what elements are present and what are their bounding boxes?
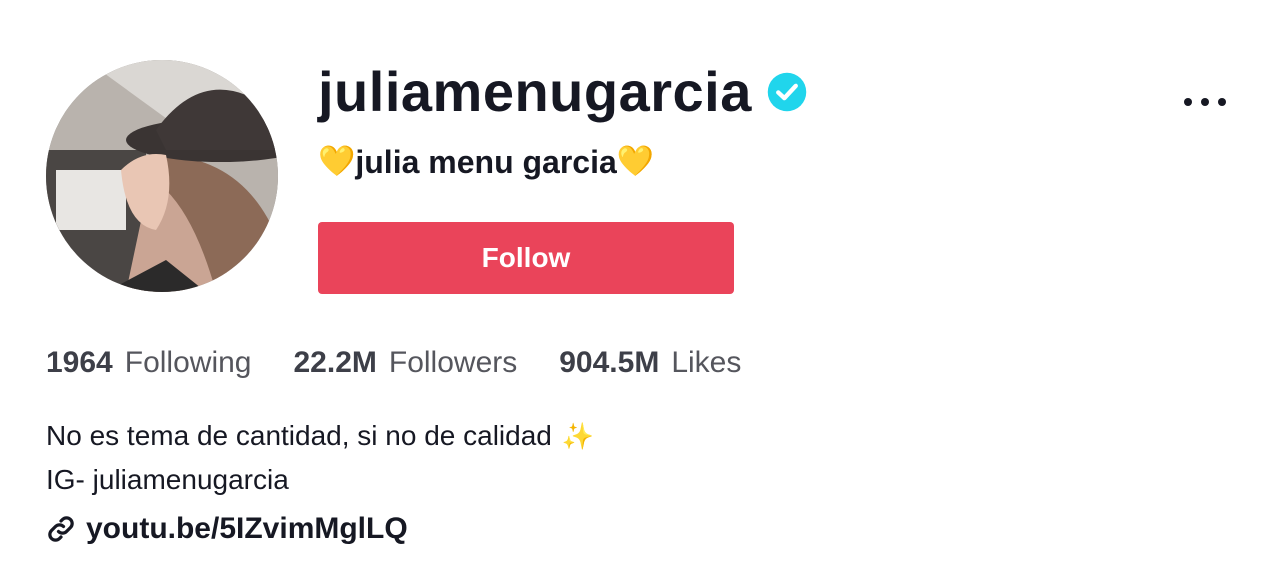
profile-page: juliamenugarcia 💛 julia menu garcia 💛 Fo… — [0, 0, 1280, 578]
bio: No es tema de cantidad, si no de calidad… — [46, 414, 594, 502]
avatar[interactable] — [46, 60, 278, 292]
display-name-text: julia menu garcia — [355, 143, 617, 180]
bio-link-text: youtu.be/5IZvimMglLQ — [86, 512, 408, 545]
stat-likes: 904.5M Likes — [559, 346, 741, 380]
more-options-icon[interactable] — [1180, 82, 1230, 122]
bio-line: IG- juliamenugarcia — [46, 458, 594, 502]
stat-number: 1964 — [46, 346, 113, 379]
link-icon — [46, 514, 76, 544]
yellow-heart-icon: 💛 — [318, 145, 356, 178]
bio-text: No es tema de cantidad, si no de calidad — [46, 420, 552, 451]
stat-label: Following — [124, 346, 252, 379]
username-row: juliamenugarcia — [318, 54, 808, 130]
bio-text: IG- juliamenugarcia — [46, 464, 289, 495]
stat-number: 904.5M — [559, 346, 660, 379]
verified-badge-icon — [766, 71, 808, 113]
stat-following[interactable]: 1964 Following — [46, 346, 251, 380]
follow-button[interactable]: Follow — [318, 222, 734, 294]
bio-line: No es tema de cantidad, si no de calidad… — [46, 414, 594, 458]
stat-followers[interactable]: 22.2M Followers — [293, 346, 517, 380]
stat-label: Followers — [388, 346, 518, 379]
bio-link[interactable]: youtu.be/5IZvimMglLQ — [46, 508, 408, 550]
stat-label: Likes — [671, 346, 742, 379]
display-name: 💛 julia menu garcia 💛 — [318, 140, 654, 184]
stats-row: 1964 Following 22.2M Followers 904.5M Li… — [46, 346, 783, 390]
username: juliamenugarcia — [318, 60, 752, 123]
yellow-heart-icon: 💛 — [616, 145, 655, 178]
sparkles-icon: ✨ — [561, 421, 595, 451]
stat-number: 22.2M — [293, 346, 377, 379]
